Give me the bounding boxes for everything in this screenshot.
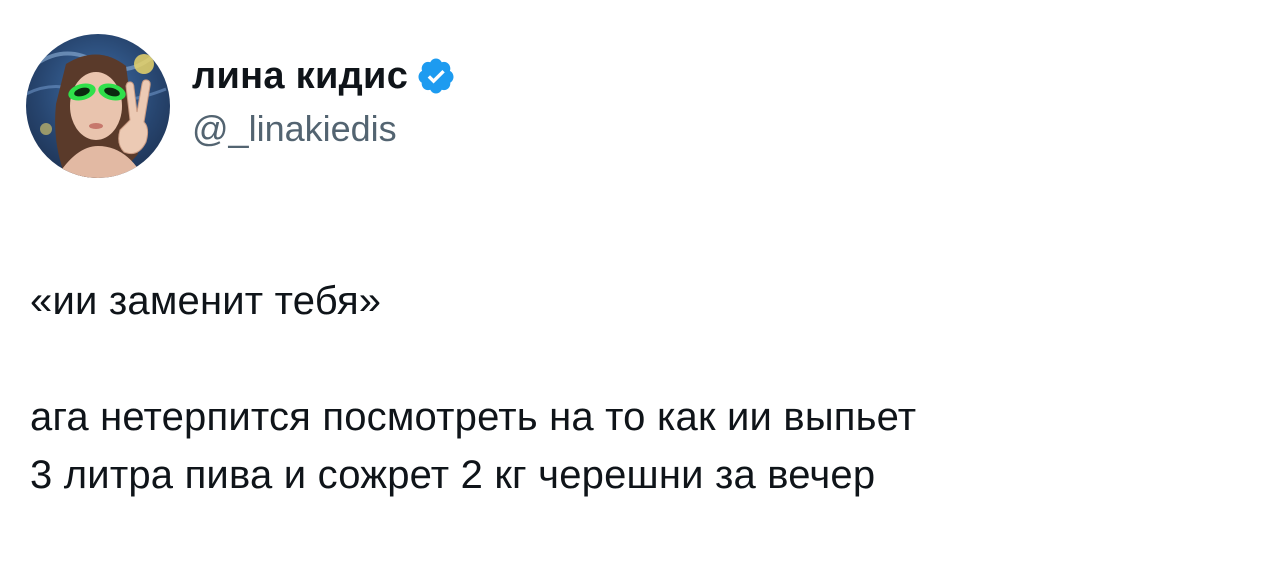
avatar[interactable] [26, 34, 170, 178]
tweet-line-2: ага нетерпится посмотреть на то как ии в… [30, 395, 917, 439]
tweet-card: лина кидис @_linakiedis «ии заменит тебя… [0, 0, 1284, 585]
tweet-line-3: 3 литра пива и сожрет 2 кг черешни за ве… [30, 453, 876, 497]
verified-check-icon [416, 56, 456, 96]
name-row: лина кидис [192, 52, 456, 100]
avatar-image [26, 34, 170, 178]
author-info: лина кидис @_linakiedis [192, 52, 456, 150]
display-name[interactable]: лина кидис [192, 55, 408, 98]
user-handle[interactable]: @_linakiedis [192, 108, 456, 150]
tweet-line-1: «ии заменит тебя» [30, 279, 382, 323]
tweet-text: «ии заменит тебя» ага нетерпится посмотр… [30, 272, 1270, 504]
